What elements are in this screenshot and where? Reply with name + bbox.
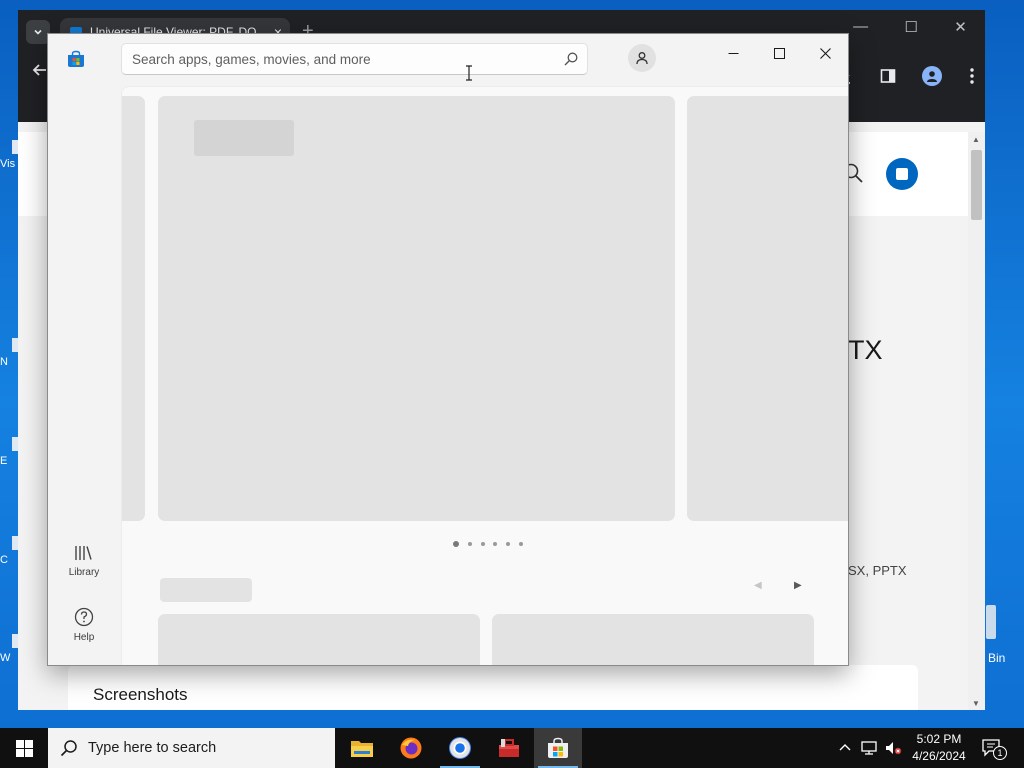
side-panel-icon[interactable] — [880, 68, 896, 84]
taskbar-firefox[interactable] — [387, 728, 435, 768]
chevron-right-icon[interactable]: ▶ — [794, 580, 802, 591]
network-icon[interactable] — [860, 740, 878, 756]
action-center-button[interactable]: 1 — [982, 728, 1007, 768]
section-title-skeleton — [160, 578, 252, 602]
microsoft-store-icon — [548, 737, 568, 758]
taskbar-search-placeholder: Type here to search — [88, 740, 217, 756]
screenshots-heading: Screenshots — [93, 685, 188, 704]
desktop-icon-label: W — [0, 652, 11, 664]
taskbar: Type here to search 5:02 PM 4/26/2024 1 — [0, 728, 1024, 768]
text-cursor-icon — [466, 65, 472, 81]
carousel-dot[interactable] — [467, 542, 472, 546]
carousel-dot[interactable] — [506, 542, 511, 546]
minimize-icon — [728, 52, 738, 54]
search-icon[interactable] — [563, 51, 579, 67]
taskbar-file-explorer[interactable] — [338, 728, 386, 768]
microsoft-store-logo-icon — [68, 50, 84, 67]
taskbar-chrome[interactable] — [436, 728, 484, 768]
account-button[interactable] — [628, 44, 656, 72]
library-icon — [75, 546, 92, 560]
more-vert-icon[interactable] — [969, 67, 975, 85]
close-button[interactable] — [802, 38, 848, 68]
clock-time: 5:02 PM — [916, 732, 962, 746]
system-tray — [838, 728, 902, 768]
windows-logo-icon — [15, 739, 33, 757]
carousel-dot[interactable] — [453, 541, 459, 547]
clock[interactable]: 5:02 PM 4/26/2024 — [906, 731, 972, 765]
page-scrollbar[interactable]: ▲ ▼ — [968, 132, 985, 710]
volume-muted-icon[interactable] — [884, 740, 902, 756]
desktop-icon-label: E — [0, 455, 8, 467]
scroll-up-icon[interactable]: ▲ — [972, 135, 980, 144]
nav-help[interactable]: Help — [61, 607, 107, 659]
microsoft-store-window: Search apps, games, movies, and more ◀ ▶ — [47, 33, 849, 666]
help-icon — [74, 607, 94, 627]
carousel-dot[interactable] — [480, 542, 485, 546]
app-card-skeleton[interactable] — [158, 614, 480, 665]
carousel-dot[interactable] — [518, 542, 523, 546]
store-content-area: ◀ ▶ — [121, 86, 848, 665]
toolbox-icon — [499, 739, 519, 757]
scroll-down-icon[interactable]: ▼ — [972, 699, 980, 708]
maximize-button[interactable] — [756, 38, 802, 68]
maximize-icon[interactable]: ☐ — [904, 18, 917, 42]
app-card-skeleton[interactable] — [492, 614, 814, 665]
maximize-icon — [773, 47, 785, 59]
taskbar-microsoft-store[interactable] — [534, 728, 582, 768]
desktop-icon-fragment[interactable]: N — [0, 338, 18, 372]
desktop-icon-label: Vis — [0, 158, 16, 170]
clock-date: 4/26/2024 — [912, 749, 966, 763]
carousel-pager[interactable] — [453, 540, 523, 548]
desktop-icon-fragment[interactable]: E — [0, 437, 18, 471]
store-search-placeholder: Search apps, games, movies, and more — [132, 52, 371, 67]
chevron-down-icon — [34, 29, 42, 35]
close-icon — [819, 47, 831, 59]
hero-skeleton-card[interactable] — [158, 96, 675, 521]
desktop-icon-label: N — [0, 356, 8, 368]
notification-count-badge: 1 — [993, 746, 1007, 760]
carousel-dot[interactable] — [493, 542, 498, 546]
product-formats-fragment: SX, PPTX — [848, 563, 907, 578]
nav-help-label: Help — [73, 632, 95, 643]
desktop-icon-fragment[interactable]: W — [0, 634, 18, 668]
desktop-icon-fragment[interactable]: C — [0, 536, 18, 570]
search-icon — [60, 740, 77, 757]
chrome-window-controls: — ☐ ✕ — [835, 18, 985, 42]
nav-library-label: Library — [68, 567, 100, 578]
minimize-button[interactable] — [710, 38, 756, 68]
folder-icon — [351, 741, 373, 757]
close-icon[interactable]: ✕ — [954, 18, 967, 42]
taskbar-search-input[interactable]: Type here to search — [48, 728, 335, 768]
chrome-toolbar-right — [835, 64, 975, 88]
hero-skeleton-prev — [122, 96, 145, 521]
recycle-bin-label: Bin — [988, 651, 1006, 665]
desktop-icon-label: C — [0, 554, 8, 566]
product-title-fragment: TX — [848, 335, 883, 365]
minimize-icon[interactable]: — — [853, 18, 868, 42]
chrome-icon — [449, 737, 471, 759]
store-search-input[interactable]: Search apps, games, movies, and more — [121, 43, 588, 75]
profile-icon[interactable] — [922, 66, 943, 86]
recycle-bin-icon[interactable]: Bin — [985, 605, 1024, 675]
screenshots-section — [68, 665, 918, 710]
store-web-app-icon[interactable] — [886, 158, 918, 190]
hero-title-skeleton — [194, 120, 294, 156]
chevron-left-icon[interactable]: ◀ — [754, 580, 762, 591]
hero-skeleton-next — [687, 96, 848, 521]
back-button[interactable] — [32, 62, 48, 83]
arrow-left-icon — [32, 64, 46, 76]
start-button[interactable] — [0, 728, 48, 768]
taskbar-toolbox[interactable] — [485, 728, 533, 768]
desktop-icon-fragment[interactable]: Vis — [0, 140, 18, 174]
nav-library[interactable]: Library — [61, 544, 107, 596]
firefox-icon — [400, 737, 422, 759]
person-icon — [636, 52, 648, 65]
scrollbar-thumb[interactable] — [971, 150, 982, 220]
chevron-up-icon[interactable] — [838, 741, 852, 755]
